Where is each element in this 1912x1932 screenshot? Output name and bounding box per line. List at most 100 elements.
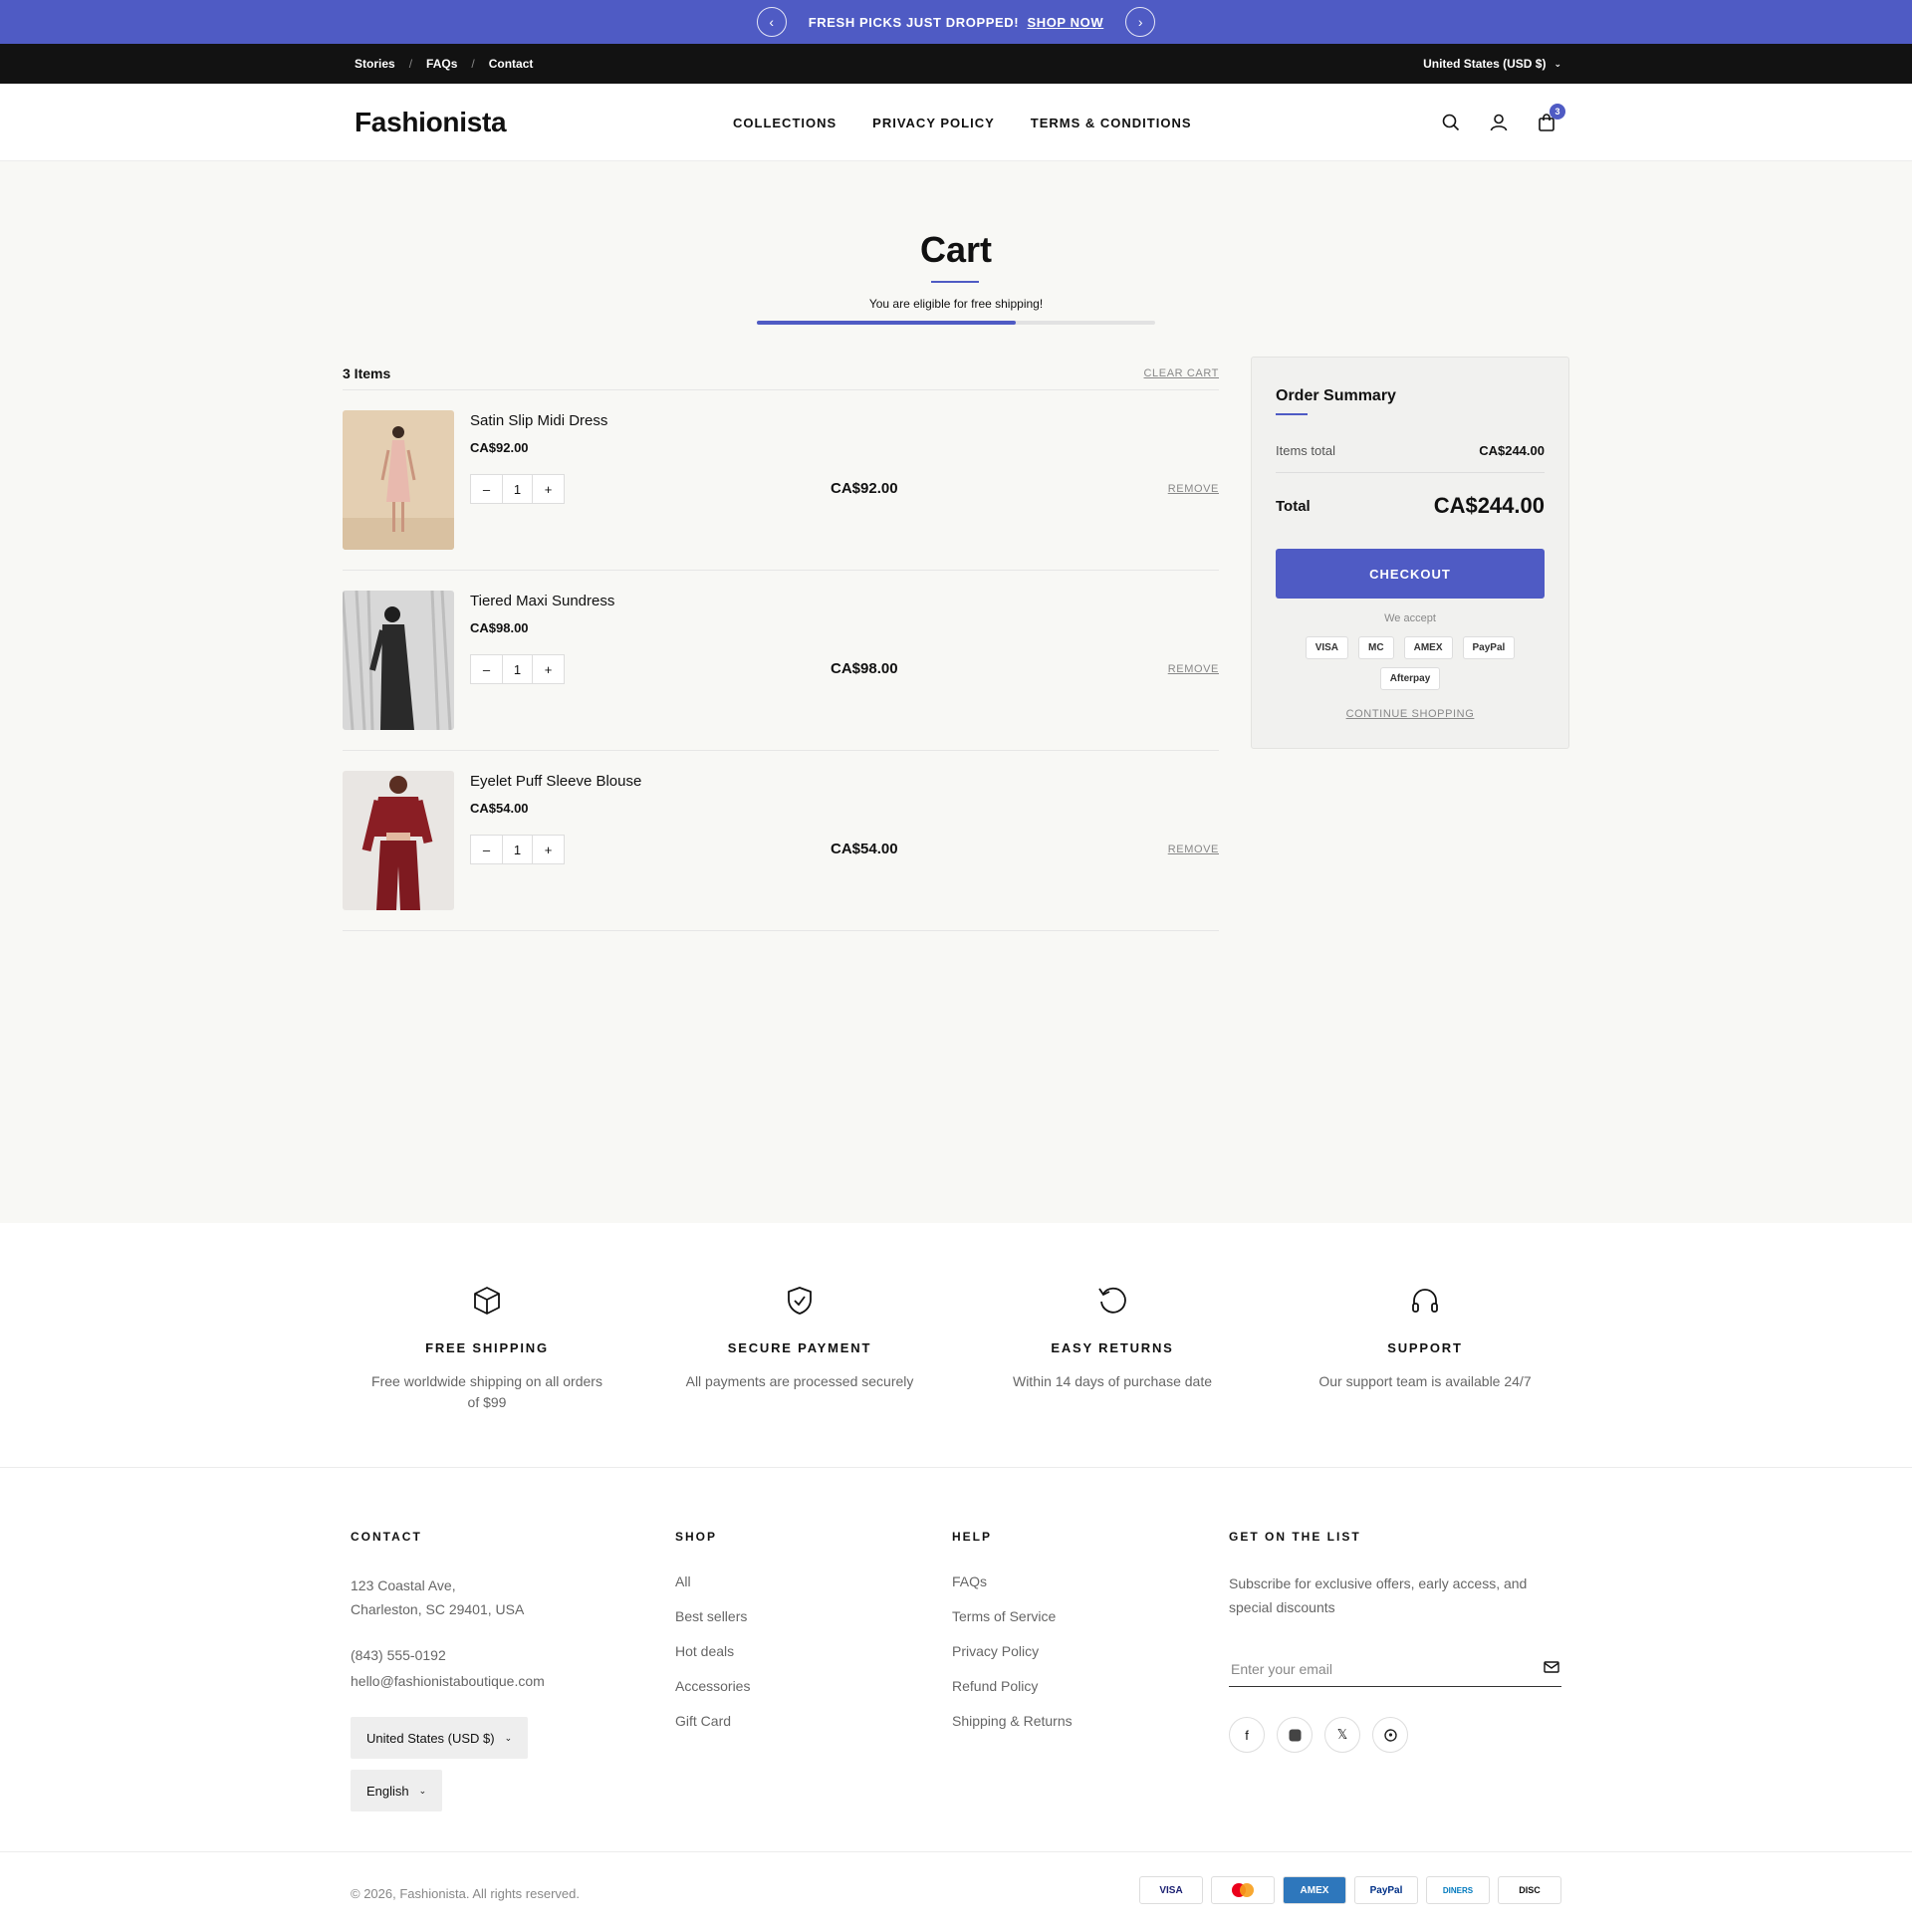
- utility-link-stories[interactable]: Stories: [355, 57, 395, 71]
- utility-link-contact[interactable]: Contact: [489, 57, 534, 71]
- feature-title: FREE SHIPPING: [425, 1340, 549, 1355]
- paypal-badge: PayPal: [1354, 1876, 1418, 1904]
- checkout-button[interactable]: CHECKOUT: [1276, 549, 1545, 599]
- payment-badges: VISA AMEX PayPal DINERS DISC: [1139, 1876, 1561, 1904]
- footer-country-selector[interactable]: United States (USD $) ⌄: [351, 1717, 529, 1759]
- total-row: Total CA$244.00: [1276, 493, 1545, 519]
- site-header: Fashionista COLLECTIONS PRIVACY POLICY T…: [0, 84, 1912, 161]
- chevron-down-icon: ⌄: [1554, 58, 1561, 69]
- increase-qty-button[interactable]: +: [533, 836, 564, 863]
- title-underline: [931, 281, 979, 283]
- footer-heading: SHOP: [675, 1530, 718, 1544]
- footer-link-accessories[interactable]: Accessories: [675, 1678, 750, 1713]
- feature-text: Free worldwide shipping on all orders of…: [371, 1373, 602, 1410]
- line-total: CA$98.00: [831, 660, 898, 677]
- continue-shopping-link[interactable]: CONTINUE SHOPPING: [1252, 708, 1568, 720]
- instagram-icon[interactable]: [1277, 1717, 1313, 1753]
- footer-link-shipping-returns[interactable]: Shipping & Returns: [952, 1713, 1073, 1748]
- footer-link-all[interactable]: All: [675, 1573, 750, 1608]
- product-name[interactable]: Tiered Maxi Sundress: [470, 593, 614, 609]
- pinterest-icon[interactable]: [1372, 1717, 1408, 1753]
- footer-link-terms[interactable]: Terms of Service: [952, 1608, 1073, 1643]
- shop-now-link[interactable]: SHOP NOW: [1027, 15, 1103, 30]
- nav-collections[interactable]: COLLECTIONS: [733, 116, 836, 130]
- social-links: f 𝕏: [1229, 1717, 1561, 1753]
- chevron-down-icon: ⌄: [418, 1785, 427, 1796]
- quantity-value[interactable]: 1: [502, 475, 533, 503]
- product-name[interactable]: Satin Slip Midi Dress: [470, 412, 607, 429]
- announcement-text: FRESH PICKS JUST DROPPED!: [808, 14, 1020, 30]
- product-image[interactable]: [343, 591, 454, 730]
- payment-chip-mc: MC: [1358, 636, 1394, 659]
- footer-link-privacy[interactable]: Privacy Policy: [952, 1643, 1073, 1678]
- feature-support: SUPPORT Our support team is available 24…: [1306, 1285, 1545, 1392]
- shipping-progress-bar: [757, 321, 1155, 325]
- facebook-icon[interactable]: f: [1229, 1717, 1265, 1753]
- announcement-bar: ‹ FRESH PICKS JUST DROPPED! SHOP NOW ›: [0, 0, 1912, 44]
- language-label: English: [366, 1783, 409, 1799]
- nav-privacy-policy[interactable]: PRIVACY POLICY: [872, 116, 995, 130]
- footer-link-refund[interactable]: Refund Policy: [952, 1678, 1073, 1713]
- mail-icon[interactable]: [1544, 1660, 1559, 1678]
- cart-items: 3 Items CLEAR CART Satin Slip Midi Dress…: [343, 357, 1219, 931]
- features-strip: FREE SHIPPING Free worldwide shipping on…: [0, 1223, 1912, 1468]
- we-accept-label: We accept: [1384, 612, 1436, 624]
- feature-secure-payment: SECURE PAYMENT All payments are processe…: [680, 1285, 919, 1392]
- cart-page: Cart You are eligible for free shipping!…: [0, 161, 1912, 1223]
- decrease-qty-button[interactable]: –: [471, 655, 502, 683]
- payment-chip-paypal: PayPal: [1462, 636, 1516, 659]
- items-total-row: Items total CA$244.00: [1276, 443, 1545, 473]
- next-arrow-icon[interactable]: ›: [1125, 7, 1156, 37]
- cart-icon[interactable]: 3: [1536, 104, 1565, 133]
- email-field[interactable]: Enter your email: [1229, 1651, 1561, 1687]
- logo[interactable]: Fashionista: [355, 107, 733, 138]
- quantity-value[interactable]: 1: [502, 655, 533, 683]
- newsletter-text: Subscribe for exclusive offers, early ac…: [1229, 1575, 1528, 1615]
- remove-item-link[interactable]: REMOVE: [1168, 483, 1219, 495]
- clear-cart-link[interactable]: CLEAR CART: [1144, 367, 1219, 379]
- footer-newsletter: GET ON THE LIST Subscribe for exclusive …: [1229, 1530, 1561, 1753]
- items-total-value: CA$244.00: [1479, 443, 1545, 458]
- email-placeholder: Enter your email: [1231, 1660, 1332, 1677]
- prev-arrow-icon[interactable]: ‹: [756, 7, 787, 37]
- quantity-value[interactable]: 1: [502, 836, 533, 863]
- footer-help: HELP FAQs Terms of Service Privacy Polic…: [952, 1530, 1073, 1748]
- product-price: CA$54.00: [470, 801, 529, 816]
- total-label: Total: [1276, 497, 1311, 515]
- product-image[interactable]: [343, 771, 454, 910]
- footer-shop: SHOP All Best sellers Hot deals Accessor…: [675, 1530, 750, 1748]
- footer-link-hot-deals[interactable]: Hot deals: [675, 1643, 750, 1678]
- remove-item-link[interactable]: REMOVE: [1168, 663, 1219, 675]
- x-icon[interactable]: 𝕏: [1324, 1717, 1360, 1753]
- utility-link-faqs[interactable]: FAQs: [426, 57, 457, 71]
- product-image[interactable]: [343, 410, 454, 550]
- language-selector[interactable]: English ⌄: [351, 1770, 443, 1811]
- increase-qty-button[interactable]: +: [533, 475, 564, 503]
- remove-item-link[interactable]: REMOVE: [1168, 844, 1219, 855]
- product-name[interactable]: Eyelet Puff Sleeve Blouse: [470, 773, 641, 790]
- items-total-label: Items total: [1276, 443, 1335, 458]
- footer-heading: GET ON THE LIST: [1229, 1530, 1361, 1544]
- footer-link-best-sellers[interactable]: Best sellers: [675, 1608, 750, 1643]
- address-line-2: Charleston, SC 29401, USA: [351, 1601, 525, 1617]
- footer-link-gift-card[interactable]: Gift Card: [675, 1713, 750, 1748]
- account-icon[interactable]: [1488, 112, 1510, 133]
- utility-links: Stories / FAQs / Contact: [355, 57, 533, 71]
- payment-chip-visa: VISA: [1305, 636, 1349, 659]
- decrease-qty-button[interactable]: –: [471, 475, 502, 503]
- search-icon[interactable]: [1440, 112, 1462, 133]
- header-icons: 3: [1440, 104, 1565, 133]
- cart-count-badge: 3: [1550, 104, 1565, 120]
- country-selector[interactable]: United States (USD $) ⌄: [1423, 57, 1561, 71]
- cart-item: Eyelet Puff Sleeve Blouse CA$54.00 – 1 +…: [343, 751, 1219, 931]
- footer-link-faqs[interactable]: FAQs: [952, 1573, 1073, 1608]
- line-total: CA$54.00: [831, 841, 898, 857]
- feature-text: Within 14 days of purchase date: [1012, 1373, 1212, 1389]
- page-title: Cart: [919, 229, 993, 270]
- feature-free-shipping: FREE SHIPPING Free worldwide shipping on…: [367, 1285, 606, 1413]
- email-address[interactable]: hello@fashionistaboutique.com: [351, 1669, 609, 1693]
- nav-terms-conditions[interactable]: TERMS & CONDITIONS: [1031, 116, 1192, 130]
- decrease-qty-button[interactable]: –: [471, 836, 502, 863]
- increase-qty-button[interactable]: +: [533, 655, 564, 683]
- phone-number[interactable]: (843) 555-0192: [351, 1643, 609, 1667]
